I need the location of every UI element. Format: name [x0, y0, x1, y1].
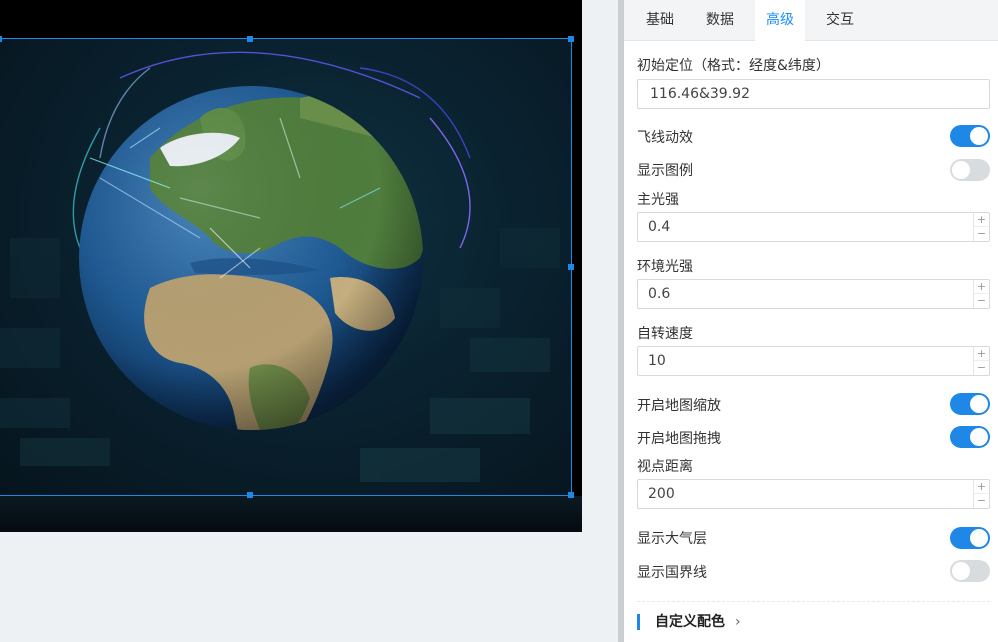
toggle-knob: [970, 428, 988, 446]
decrement-button[interactable]: −: [974, 227, 989, 241]
main-light-input[interactable]: 0.4 + −: [637, 212, 990, 242]
toggle-knob: [970, 127, 988, 145]
flyline-animation-label: 飞线动效: [637, 130, 693, 146]
ambient-light-input[interactable]: 0.6 + −: [637, 279, 990, 309]
selection-box[interactable]: [0, 36, 574, 498]
stepper: + −: [973, 213, 989, 241]
show-atmosphere-label: 显示大气层: [637, 531, 707, 547]
increment-button[interactable]: +: [974, 347, 989, 361]
section-divider: [637, 601, 990, 602]
toggle-knob: [952, 161, 970, 179]
tab-interaction[interactable]: 交互: [816, 0, 864, 41]
resize-handle[interactable]: [568, 264, 574, 270]
main-light-value: 0.4: [648, 219, 671, 235]
map-drag-label: 开启地图拖拽: [637, 431, 721, 447]
toggle-knob: [952, 562, 970, 580]
view-distance-value: 200: [648, 486, 675, 502]
section-title: 自定义配色: [655, 614, 725, 630]
rotation-speed-label: 自转速度: [637, 326, 693, 342]
tab-bar: 基础 数据 高级 交互: [624, 0, 998, 42]
decrement-button[interactable]: −: [974, 294, 989, 308]
show-borders-label: 显示国界线: [637, 565, 707, 581]
increment-button[interactable]: +: [974, 280, 989, 294]
show-legend-label: 显示图例: [637, 163, 693, 179]
settings-panel: 基础 数据 高级 交互 初始定位（格式：经度&纬度） 116.46&39.92 …: [624, 0, 998, 642]
main-light-label: 主光强: [637, 192, 679, 208]
increment-button[interactable]: +: [974, 213, 989, 227]
map-zoom-label: 开启地图缩放: [637, 398, 721, 414]
resize-handle[interactable]: [0, 36, 2, 42]
map-drag-toggle[interactable]: [950, 426, 990, 448]
tab-data[interactable]: 数据: [696, 0, 744, 41]
tab-advanced[interactable]: 高级: [755, 0, 805, 42]
decrement-button[interactable]: −: [974, 361, 989, 375]
section-marker: [637, 614, 640, 630]
toggle-knob: [970, 395, 988, 413]
flyline-animation-toggle[interactable]: [950, 125, 990, 147]
resize-handle[interactable]: [247, 492, 253, 498]
decrement-button[interactable]: −: [974, 494, 989, 508]
stepper: + −: [973, 280, 989, 308]
rotation-speed-value: 10: [648, 353, 666, 369]
resize-handle[interactable]: [568, 36, 574, 42]
increment-button[interactable]: +: [974, 480, 989, 494]
show-legend-toggle[interactable]: [950, 159, 990, 181]
rotation-speed-input[interactable]: 10 + −: [637, 346, 990, 376]
ambient-light-label: 环境光强: [637, 259, 693, 275]
map-zoom-toggle[interactable]: [950, 393, 990, 415]
show-borders-toggle[interactable]: [950, 560, 990, 582]
toggle-knob: [970, 529, 988, 547]
scene-floor: [0, 496, 582, 532]
initial-position-input[interactable]: 116.46&39.92: [637, 79, 990, 109]
tab-basic[interactable]: 基础: [636, 0, 684, 41]
ambient-light-value: 0.6: [648, 286, 671, 302]
view-distance-input[interactable]: 200 + −: [637, 479, 990, 509]
resize-handle[interactable]: [568, 492, 574, 498]
stepper: + −: [973, 347, 989, 375]
app-window: 基础 数据 高级 交互 初始定位（格式：经度&纬度） 116.46&39.92 …: [0, 0, 998, 642]
initial-position-label: 初始定位（格式：经度&纬度）: [637, 58, 830, 74]
preview-canvas: [0, 0, 582, 532]
show-atmosphere-toggle[interactable]: [950, 527, 990, 549]
chevron-right-icon: ›: [735, 614, 741, 630]
view-distance-label: 视点距离: [637, 459, 693, 475]
resize-handle[interactable]: [247, 36, 253, 42]
stepper: + −: [973, 480, 989, 508]
